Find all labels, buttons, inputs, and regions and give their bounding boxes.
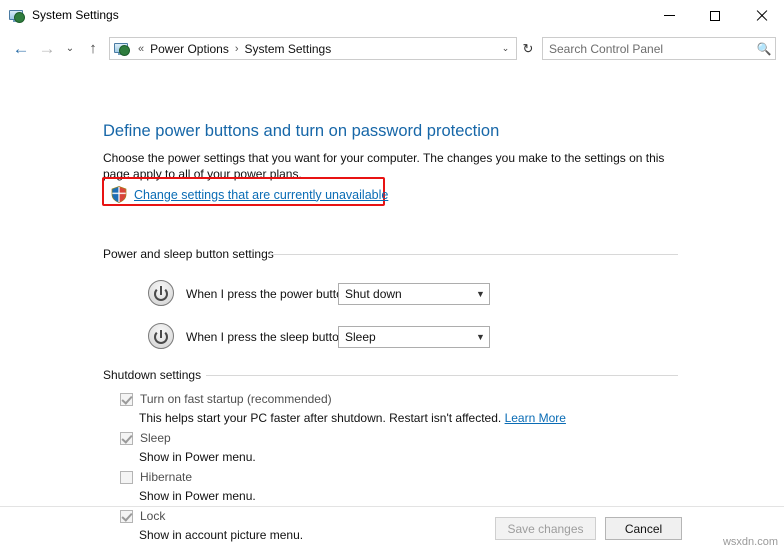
lock-description: Show in account picture menu. <box>139 528 304 542</box>
shutdown-section-rule <box>206 375 678 376</box>
close-button[interactable] <box>738 0 784 31</box>
fast-startup-label: Turn on fast startup (recommended) <box>140 392 332 406</box>
sleep-description: Show in Power menu. <box>139 450 256 464</box>
shutdown-section-label: Shutdown settings <box>103 368 208 382</box>
window-title: System Settings <box>32 8 119 22</box>
sleep-button-row-label: When I press the sleep button: <box>186 330 349 344</box>
sleep-button-select-value: Sleep <box>345 330 376 344</box>
sleep-label: Sleep <box>140 431 171 445</box>
maximize-icon <box>710 10 720 21</box>
address-bar: ← → ⌄ ↑ « Power Options › System Setting… <box>0 32 784 65</box>
search-box[interactable]: Search Control Panel 🔍 <box>542 37 776 60</box>
learn-more-link[interactable]: Learn More <box>505 411 566 425</box>
sleep-checkbox[interactable] <box>120 432 133 445</box>
minimize-icon <box>663 15 675 16</box>
system-settings-window: System Settings ← → ⌄ ↑ « Power Options … <box>0 0 784 551</box>
footer-divider <box>0 506 784 507</box>
sleep-button-select[interactable]: Sleep ▼ <box>338 326 490 348</box>
watermark: wsxdn.com <box>722 536 778 548</box>
power-button-icon <box>148 280 174 306</box>
lock-checkbox[interactable] <box>120 510 133 523</box>
sleep-checkbox-row[interactable]: Sleep <box>120 431 171 445</box>
change-settings-link-row[interactable]: Change settings that are currently unava… <box>111 186 388 203</box>
hibernate-label: Hibernate <box>140 470 193 484</box>
power-button-select[interactable]: Shut down ▼ <box>338 283 490 305</box>
change-settings-link[interactable]: Change settings that are currently unava… <box>134 188 388 202</box>
power-button-select-value: Shut down <box>345 287 402 301</box>
maximize-button[interactable] <box>692 0 738 31</box>
search-icon: 🔍 <box>756 41 772 56</box>
lock-label: Lock <box>140 509 166 523</box>
sleep-button-icon <box>148 323 174 349</box>
breadcrumb-item-system-settings[interactable]: System Settings <box>243 42 334 56</box>
breadcrumb-item-power-options[interactable]: Power Options <box>148 42 231 56</box>
forward-button[interactable]: → <box>34 36 60 62</box>
fast-startup-checkbox[interactable] <box>120 393 133 406</box>
title-bar: System Settings <box>0 0 784 32</box>
breadcrumb[interactable]: « Power Options › System Settings ⌄ <box>109 37 517 60</box>
lock-checkbox-row[interactable]: Lock <box>120 509 165 523</box>
minimize-button[interactable] <box>646 0 692 31</box>
fast-startup-checkbox-row[interactable]: Turn on fast startup (recommended) <box>120 392 332 406</box>
cancel-button[interactable]: Cancel <box>605 517 682 540</box>
breadcrumb-control-panel-icon <box>114 41 130 57</box>
close-icon <box>755 9 768 22</box>
hibernate-checkbox-row[interactable]: Hibernate <box>120 470 192 484</box>
power-button-row-label: When I press the power button: <box>186 287 353 301</box>
refresh-button[interactable]: ↻ <box>517 37 539 60</box>
power-sleep-section-label: Power and sleep button settings <box>103 247 280 261</box>
breadcrumb-dropdown-icon[interactable]: ⌄ <box>497 38 514 59</box>
uac-shield-icon <box>111 186 127 203</box>
system-settings-icon <box>9 8 25 24</box>
power-sleep-section-rule <box>268 254 678 255</box>
back-button[interactable]: ← <box>8 36 34 62</box>
save-changes-button[interactable]: Save changes <box>495 517 596 540</box>
window-controls <box>646 0 784 31</box>
up-button[interactable]: ↑ <box>80 36 106 62</box>
search-input[interactable]: Search Control Panel <box>543 42 753 56</box>
page-title: Define power buttons and turn on passwor… <box>103 122 500 140</box>
breadcrumb-overflow-icon[interactable]: « <box>134 43 148 55</box>
chevron-down-icon: ▼ <box>476 289 485 299</box>
fast-startup-description: This helps start your PC faster after sh… <box>139 411 566 425</box>
fast-startup-description-text: This helps start your PC faster after sh… <box>139 411 502 425</box>
hibernate-description: Show in Power menu. <box>139 489 256 503</box>
breadcrumb-separator-icon: › <box>234 42 239 55</box>
recent-locations-button[interactable]: ⌄ <box>60 36 80 62</box>
hibernate-checkbox[interactable] <box>120 471 133 484</box>
chevron-down-icon: ▼ <box>476 332 485 342</box>
